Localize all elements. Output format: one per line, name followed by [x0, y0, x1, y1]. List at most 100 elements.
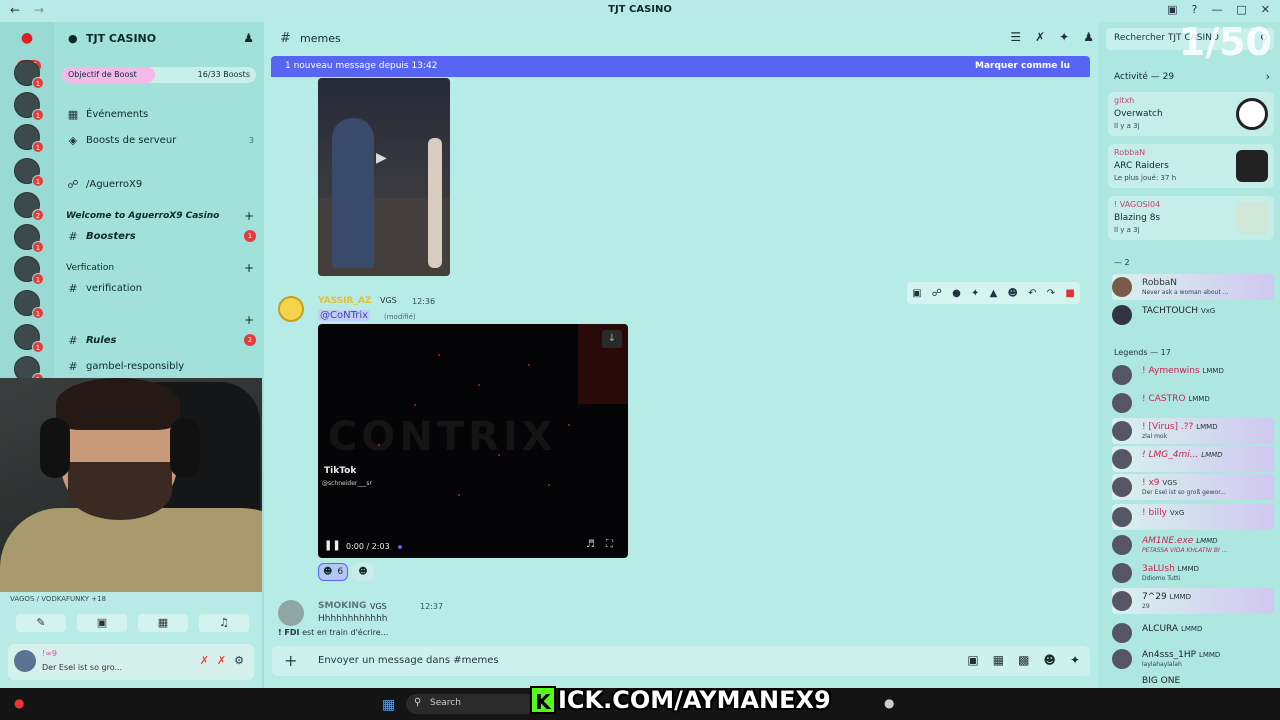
member-item[interactable]: BIG ONE — [1112, 674, 1274, 688]
delete-icon[interactable]: ■ — [1065, 288, 1074, 299]
category-verification[interactable]: Verfication + — [66, 260, 256, 276]
voice-controls: ✎ ▣ ▦ ♫ — [16, 614, 249, 632]
member-item[interactable]: 3aLUsh LMMD Ddiomo Tutti — [1112, 560, 1274, 586]
emoji-icon[interactable]: ☻ — [1008, 288, 1018, 299]
user-mention[interactable]: @CoNTrix — [318, 310, 371, 321]
mute-icon[interactable]: ✗ — [200, 654, 209, 667]
category-welcome[interactable]: Welcome to AguerroX9 Casino + — [66, 208, 256, 224]
reply-icon[interactable]: ↶ — [1028, 288, 1036, 299]
channel-gambel-responsibly[interactable]: # gambel-responsibly — [66, 356, 256, 376]
windows-start-icon[interactable]: ▦ — [382, 697, 395, 713]
boost-progress[interactable]: Objectif de Boost 16/33 Boosts — [62, 67, 256, 83]
threads-icon[interactable]: ☰ — [1010, 30, 1021, 44]
apps-icon[interactable]: ✦ — [1070, 653, 1080, 667]
pause-icon[interactable]: ❚❚ — [324, 540, 341, 551]
member-item[interactable]: ! billy VxG — [1112, 504, 1274, 530]
help-icon[interactable]: ? — [1192, 3, 1198, 16]
avatar[interactable] — [278, 296, 304, 322]
activities-icon[interactable]: ▦ — [138, 614, 188, 632]
gift-icon[interactable]: ▣ — [967, 653, 978, 667]
gif-icon[interactable]: ▦ — [993, 653, 1004, 667]
fullscreen-icon[interactable]: ⛶ — [606, 539, 613, 550]
server-icon[interactable]: 1 — [14, 290, 44, 319]
channel-verification[interactable]: # verification — [66, 278, 256, 298]
screen-share-icon[interactable]: ▣ — [77, 614, 127, 632]
server-icon[interactable]: 1 — [14, 256, 44, 285]
member-item[interactable]: ! [Virus] .?? LMMD zlal mok — [1112, 418, 1274, 444]
attach-icon[interactable]: + — [284, 651, 297, 670]
add-user-icon[interactable]: ♟ — [243, 31, 254, 45]
member-item[interactable]: ! Aymenwins LMMD — [1112, 362, 1274, 388]
member-item[interactable]: An4sss_1HP LMMD laylahaylalah — [1112, 646, 1274, 672]
sidebar-item-boosts[interactable]: ◈ Boosts de serveur 3 — [66, 130, 256, 150]
inbox-icon[interactable]: ▣ — [1167, 3, 1177, 16]
activity-card[interactable]: ! VAGOSI04 Blazing 8s Il y a 3j — [1108, 196, 1274, 240]
member-item[interactable]: ! x9 VGS Der Esel ist so groß gewor... — [1112, 474, 1274, 500]
server-icon[interactable]: 1 — [14, 158, 44, 187]
sticker-icon[interactable]: ▩ — [1018, 653, 1029, 667]
app-icon[interactable]: ● — [884, 696, 894, 710]
play-icon[interactable]: ▶ — [376, 150, 387, 166]
activity-card[interactable]: RobbaN ARC Raiders Le plus joué: 37 h — [1108, 144, 1274, 188]
emoji-icon[interactable]: ☻ — [1043, 653, 1056, 667]
maximize-icon[interactable]: □ — [1236, 3, 1246, 16]
lock-icon[interactable]: ● — [952, 288, 961, 299]
member-item[interactable]: ! CASTRO LMMD — [1112, 390, 1274, 416]
download-icon[interactable]: ↓ — [602, 330, 622, 348]
members-icon[interactable]: ♟ — [1083, 30, 1094, 44]
server-icon[interactable]: 1 — [14, 92, 44, 121]
category-unnamed[interactable]: + — [66, 312, 256, 328]
chevron-right-icon[interactable]: › — [1266, 70, 1270, 83]
server-icon[interactable]: 1 — [14, 324, 44, 353]
avatar[interactable] — [278, 600, 304, 626]
discord-home-icon[interactable]: ● — [14, 30, 40, 50]
tag-icon[interactable]: ▲ — [990, 288, 998, 299]
member-item[interactable]: RobbaN Never ask a woman about ... — [1112, 274, 1274, 300]
server-icon[interactable]: 2 — [14, 192, 44, 221]
forward-icon[interactable]: ↷ — [1047, 288, 1055, 299]
server-icon[interactable]: 1 — [14, 224, 44, 253]
pin-icon[interactable]: ✦ — [1059, 30, 1069, 44]
member-item[interactable]: TACHTOUCH VxG — [1112, 302, 1274, 328]
new-messages-bar[interactable]: 1 nouveau message depuis 13:42 Marquer c… — [271, 56, 1090, 77]
video-progress[interactable] — [398, 545, 402, 549]
channel-boosters[interactable]: # Boosters 1 — [66, 226, 256, 246]
add-channel-icon[interactable]: + — [244, 209, 254, 223]
camera-off-icon[interactable]: ✎ — [16, 614, 66, 632]
member-item[interactable]: 7^29 LMMD 29 — [1112, 588, 1274, 614]
deafen-icon[interactable]: ✗ — [217, 654, 226, 667]
id-icon[interactable]: ▣ — [912, 288, 921, 299]
minimize-icon[interactable]: — — [1211, 3, 1222, 16]
volume-icon[interactable]: ♬ — [586, 539, 595, 550]
app-icon[interactable]: ● — [14, 696, 24, 710]
sidebar-item-events[interactable]: ▦ Événements — [66, 104, 256, 124]
link-icon[interactable]: ☍ — [932, 288, 942, 299]
add-channel-icon[interactable]: + — [244, 313, 254, 327]
member-item[interactable]: AM1NE.exe LMMD PETASSA VIDA KHLATNI BI .… — [1112, 532, 1274, 558]
close-icon[interactable]: ✕ — [1261, 3, 1270, 16]
member-item[interactable]: ! LMG_4mi... LMMD — [1112, 446, 1274, 472]
add-reaction-icon[interactable]: ☻ — [352, 563, 374, 581]
gear-icon[interactable]: ⚙ — [234, 654, 244, 667]
taskbar-search[interactable]: ⚲ Search — [406, 694, 536, 714]
soundboard-icon[interactable]: ♫ — [199, 614, 249, 632]
message-composer[interactable]: + Envoyer un message dans #memes ▣ ▦ ▩ ☻… — [272, 646, 1090, 676]
video-player[interactable]: CONTRIX ↓ TikTok @schneider___sr ❚❚ 0:00… — [318, 324, 628, 558]
notification-icon[interactable]: ✗ — [1035, 30, 1045, 44]
video-attachment[interactable]: ▶ — [318, 78, 450, 276]
mark-read-button[interactable]: Marquer comme lu — [975, 61, 1070, 71]
member-item[interactable]: ALCURA LMMD — [1112, 620, 1274, 646]
message-author[interactable]: YASSIR_AZ — [318, 296, 371, 306]
sidebar-item-link[interactable]: ☍ /AguerroX9 — [66, 174, 256, 194]
add-channel-icon[interactable]: + — [244, 261, 254, 275]
current-user[interactable]: !∞9 Der Esel ist so gro... ✗ ✗ ⚙ — [8, 644, 254, 680]
activity-card[interactable]: gltxh Overwatch Il y a 3j — [1108, 92, 1274, 136]
server-icon[interactable]: 1 — [14, 60, 44, 89]
composer-input[interactable]: Envoyer un message dans #memes — [318, 655, 499, 666]
server-icon[interactable]: 1 — [14, 124, 44, 153]
pin-icon[interactable]: ✦ — [971, 288, 979, 299]
channel-rules[interactable]: # Rules 2 — [66, 330, 256, 350]
server-header[interactable]: ● TJT CASINO ♟ — [54, 22, 264, 56]
message-author[interactable]: SMOKING — [318, 601, 366, 611]
reaction[interactable]: ☻ 6 — [318, 563, 348, 581]
